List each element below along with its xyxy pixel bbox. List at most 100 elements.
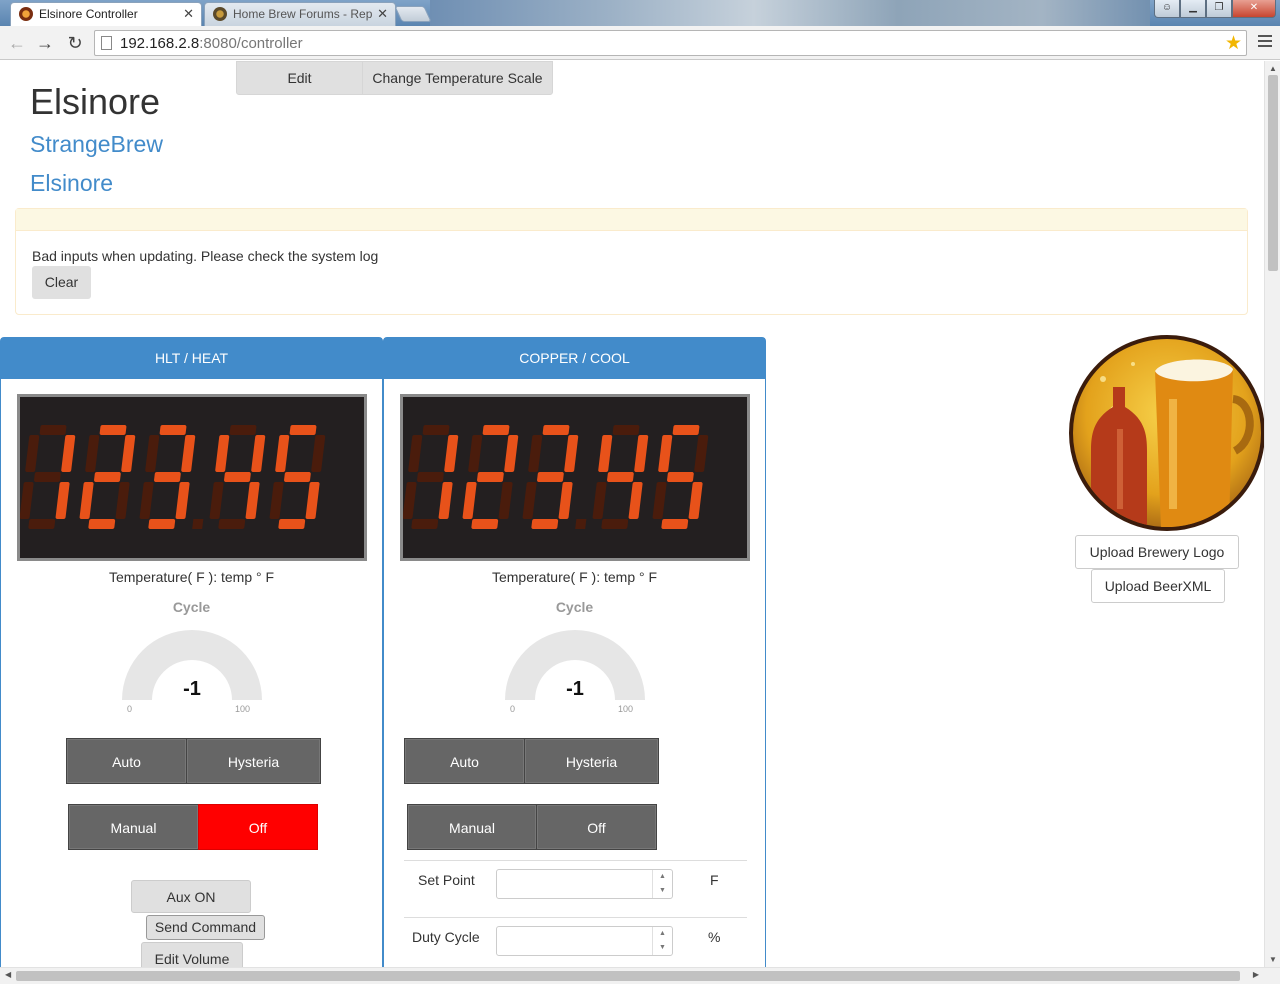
- segment: [438, 482, 453, 519]
- segment: [175, 482, 190, 519]
- duty-cycle-spinner[interactable]: ▲ ▼: [652, 927, 672, 955]
- segment: [229, 425, 257, 435]
- segment: [528, 435, 543, 472]
- manual-button[interactable]: Manual: [68, 804, 199, 850]
- tab-home-brew-forums[interactable]: Home Brew Forums - Rep ✕: [204, 2, 396, 26]
- set-point-input[interactable]: ▲ ▼: [496, 869, 673, 899]
- temperature-label: Temperature( F ): temp ° F: [108, 569, 275, 585]
- segment: [145, 435, 160, 472]
- page-viewport: Edit Change Temperature Scale Elsinore S…: [0, 61, 1264, 967]
- manual-button[interactable]: Manual: [407, 804, 537, 850]
- scroll-down-icon[interactable]: ▼: [1269, 955, 1277, 964]
- upload-brewery-logo-button[interactable]: Upload Brewery Logo: [1075, 535, 1239, 569]
- forward-arrow-icon[interactable]: →: [34, 32, 56, 54]
- warning-alert: Bad inputs when updating. Please check t…: [15, 208, 1248, 315]
- duty-cycle-input[interactable]: ▲ ▼: [496, 926, 673, 956]
- segment: [542, 425, 570, 435]
- change-temperature-scale-button[interactable]: Change Temperature Scale: [362, 61, 553, 95]
- segment: [28, 519, 56, 529]
- send-command-button[interactable]: Send Command: [146, 915, 265, 940]
- elsinore-favicon-icon: [19, 7, 33, 21]
- segment: [411, 519, 439, 529]
- segment: [537, 472, 564, 482]
- elsinore-link[interactable]: Elsinore: [30, 170, 113, 197]
- segment: [19, 482, 34, 519]
- segment: [598, 435, 613, 472]
- segment: [422, 425, 450, 435]
- user-icon[interactable]: ☺: [1154, 0, 1180, 18]
- close-tab-icon[interactable]: ✕: [377, 3, 388, 25]
- seven-segment-display: [400, 394, 750, 561]
- auto-button[interactable]: Auto: [404, 738, 525, 784]
- new-tab-button[interactable]: [394, 6, 432, 22]
- decimal-point: [575, 519, 587, 529]
- alert-header: [16, 209, 1247, 231]
- page-icon: [101, 36, 112, 50]
- cycle-gauge: -1 0 100: [117, 628, 267, 718]
- horizontal-scroll-thumb[interactable]: [16, 971, 1240, 981]
- panel-header: COPPER / COOL: [384, 338, 765, 379]
- set-point-spinner[interactable]: ▲ ▼: [652, 870, 672, 898]
- aux-on-button[interactable]: Aux ON: [131, 880, 251, 913]
- scroll-right-icon[interactable]: ▶: [1253, 970, 1259, 979]
- scroll-left-icon[interactable]: ◀: [5, 970, 11, 979]
- chrome-menu-icon[interactable]: [1258, 35, 1272, 50]
- segment: [224, 472, 251, 482]
- reload-icon[interactable]: ↻: [64, 32, 86, 54]
- brewery-logo: [1069, 335, 1264, 531]
- hysteria-button[interactable]: Hysteria: [524, 738, 659, 784]
- vertical-scroll-thumb[interactable]: [1268, 75, 1278, 271]
- bookmark-star-icon[interactable]: ★: [1225, 32, 1242, 55]
- segment: [652, 482, 667, 519]
- segment: [121, 435, 136, 472]
- segment: [444, 435, 459, 472]
- clear-button[interactable]: Clear: [32, 266, 91, 299]
- horizontal-scrollbar[interactable]: ◀ ▶: [0, 967, 1280, 984]
- segment: [181, 435, 196, 472]
- segment: [471, 519, 499, 529]
- segment: [672, 425, 700, 435]
- segment: [311, 435, 326, 472]
- device-panel-copper: COPPER / COOL Temperature( F ): temp ° F…: [383, 337, 766, 967]
- segment: [688, 482, 703, 519]
- address-bar[interactable]: 192.168.2.8:8080/controller ★: [94, 30, 1247, 56]
- segment: [154, 472, 181, 482]
- hysteria-button[interactable]: Hysteria: [186, 738, 321, 784]
- browser-toolbar: ← → ↻ 192.168.2.8:8080/controller ★: [0, 26, 1280, 60]
- segment: [694, 435, 709, 472]
- segment: [269, 482, 284, 519]
- segment: [115, 482, 130, 519]
- segment: [55, 482, 70, 519]
- scroll-up-icon[interactable]: ▲: [1269, 64, 1277, 73]
- edit-button[interactable]: Edit: [236, 61, 363, 95]
- close-tab-icon[interactable]: ✕: [183, 3, 194, 25]
- segment: [504, 435, 519, 472]
- auto-button[interactable]: Auto: [66, 738, 187, 784]
- segment: [667, 472, 694, 482]
- strangebrew-link[interactable]: StrangeBrew: [30, 131, 163, 158]
- segment: [61, 435, 76, 472]
- segment: [94, 472, 121, 482]
- cycle-label: Cycle: [555, 599, 594, 615]
- off-button[interactable]: Off: [536, 804, 657, 850]
- vertical-scrollbar[interactable]: ▲ ▼: [1264, 61, 1280, 967]
- segment: [564, 435, 579, 472]
- off-button[interactable]: Off: [198, 804, 318, 850]
- back-arrow-icon[interactable]: ←: [6, 32, 28, 54]
- segment: [159, 425, 187, 435]
- seven-segment-display: [17, 394, 367, 561]
- maximize-button[interactable]: ❐: [1206, 0, 1232, 18]
- upload-beerxml-button[interactable]: Upload BeerXML: [1091, 569, 1225, 603]
- gauge-max: 100: [235, 704, 251, 714]
- segment: [79, 482, 94, 519]
- device-panel-hlt: HLT / HEAT Temperature( F ): temp ° F Cy…: [0, 337, 383, 967]
- segment: [592, 482, 607, 519]
- close-window-button[interactable]: ✕: [1232, 0, 1276, 18]
- minimize-button[interactable]: ▁: [1180, 0, 1206, 18]
- segment: [558, 482, 573, 519]
- segment: [601, 519, 629, 529]
- edit-volume-button[interactable]: Edit Volume: [141, 942, 243, 967]
- tab-elsinore-controller[interactable]: Elsinore Controller ✕: [10, 2, 202, 26]
- brand-title: Elsinore: [30, 81, 161, 122]
- window-controls: ☺ ▁ ❐ ✕: [1154, 0, 1276, 18]
